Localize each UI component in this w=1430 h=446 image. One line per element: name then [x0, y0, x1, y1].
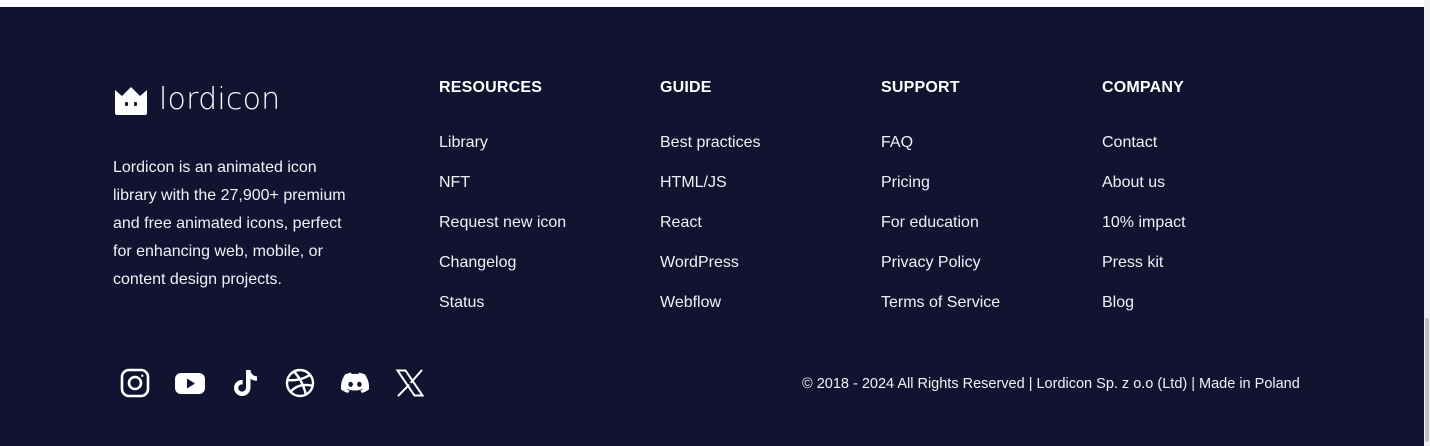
dribbble-link[interactable]	[283, 366, 317, 400]
footer-link-library[interactable]: Library	[439, 131, 566, 171]
footer-link-webflow[interactable]: Webflow	[660, 291, 760, 331]
footer-link-status[interactable]: Status	[439, 291, 566, 331]
footer-link-privacy-policy[interactable]: Privacy Policy	[881, 251, 1000, 291]
site-footer: lordicon Lordicon is an animated icon li…	[0, 7, 1424, 446]
link-label[interactable]: Webflow	[660, 294, 721, 311]
footer-link-faq[interactable]: FAQ	[881, 131, 1000, 171]
link-label[interactable]: Contact	[1102, 134, 1157, 151]
link-label[interactable]: Blog	[1102, 294, 1134, 311]
link-label[interactable]: Request new icon	[439, 214, 566, 231]
footer-link-terms-of-service[interactable]: Terms of Service	[881, 291, 1000, 331]
link-label[interactable]: Library	[439, 134, 488, 151]
link-label[interactable]: FAQ	[881, 134, 913, 151]
page-scrollbar[interactable]	[1424, 0, 1430, 446]
link-label[interactable]: React	[660, 214, 702, 231]
link-label[interactable]: Press kit	[1102, 254, 1163, 271]
discord-link[interactable]	[338, 366, 372, 400]
instagram-icon	[120, 368, 150, 398]
link-label[interactable]: HTML/JS	[660, 174, 727, 191]
youtube-link[interactable]	[173, 366, 207, 400]
footer-link-wordpress[interactable]: WordPress	[660, 251, 760, 291]
brand-description: Lordicon is an animated icon library wit…	[113, 159, 346, 288]
footer-column-guide: GUIDE Best practices HTML/JS React WordP…	[660, 77, 760, 331]
brand-logo[interactable]: lordicon	[113, 80, 280, 120]
link-label[interactable]: About us	[1102, 174, 1165, 191]
brand-name: lordicon	[159, 82, 281, 117]
link-label[interactable]: Privacy Policy	[881, 254, 981, 271]
footer-link-html-js[interactable]: HTML/JS	[660, 171, 760, 211]
tiktok-icon	[234, 370, 257, 396]
footer-link-contact[interactable]: Contact	[1102, 131, 1186, 171]
scrollbar-thumb[interactable]	[1425, 318, 1429, 442]
youtube-icon	[175, 373, 205, 394]
link-label[interactable]: NFT	[439, 174, 470, 191]
footer-link-about-us[interactable]: About us	[1102, 171, 1186, 211]
link-label[interactable]: Pricing	[881, 174, 930, 191]
crown-face-icon	[115, 87, 147, 115]
copyright-text: © 2018 - 2024 All Rights Reserved | Lord…	[802, 376, 1300, 392]
footer-link-nft[interactable]: NFT	[439, 171, 566, 211]
link-label[interactable]: WordPress	[660, 254, 739, 271]
link-label[interactable]: Status	[439, 294, 484, 311]
footer-link-impact[interactable]: 10% impact	[1102, 211, 1186, 251]
link-label[interactable]: Best practices	[660, 134, 760, 151]
column-title: COMPANY	[1102, 79, 1184, 96]
link-label[interactable]: Terms of Service	[881, 294, 1000, 311]
column-title: RESOURCES	[439, 79, 543, 96]
x-link[interactable]	[393, 366, 427, 400]
footer-link-blog[interactable]: Blog	[1102, 291, 1186, 331]
footer-column-support: SUPPORT FAQ Pricing For education Privac…	[881, 77, 1000, 331]
footer-link-changelog[interactable]: Changelog	[439, 251, 566, 291]
column-title: SUPPORT	[881, 79, 960, 96]
link-label[interactable]: 10% impact	[1102, 214, 1186, 231]
x-icon	[395, 369, 425, 397]
page-top-strip	[0, 0, 1424, 7]
social-links	[118, 366, 448, 400]
tiktok-link[interactable]	[228, 366, 262, 400]
footer-link-press-kit[interactable]: Press kit	[1102, 251, 1186, 291]
instagram-link[interactable]	[118, 366, 152, 400]
footer-link-best-practices[interactable]: Best practices	[660, 131, 760, 171]
footer-link-react[interactable]: React	[660, 211, 760, 251]
link-label[interactable]: Changelog	[439, 254, 516, 271]
footer-column-company: COMPANY Contact About us 10% impact Pres…	[1102, 77, 1186, 331]
discord-icon	[340, 372, 370, 393]
dribbble-icon	[285, 368, 315, 398]
footer-column-resources: RESOURCES Library NFT Request new icon C…	[439, 77, 566, 331]
link-label[interactable]: For education	[881, 214, 979, 231]
footer-link-for-education[interactable]: For education	[881, 211, 1000, 251]
footer-link-pricing[interactable]: Pricing	[881, 171, 1000, 211]
column-title: GUIDE	[660, 79, 712, 96]
footer-link-request-new-icon[interactable]: Request new icon	[439, 211, 566, 251]
